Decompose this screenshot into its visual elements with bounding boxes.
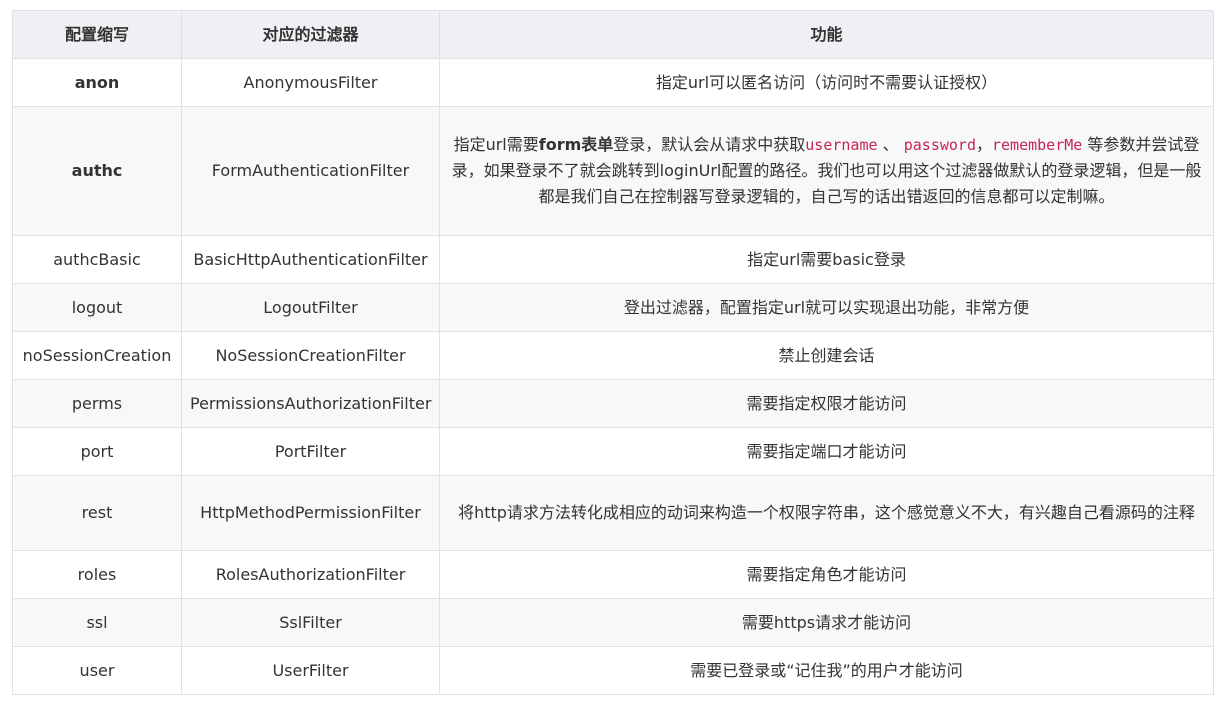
table-row: authc FormAuthenticationFilter 指定url需要fo…	[12, 106, 1214, 236]
cell-abbr: roles	[12, 550, 182, 599]
table-row: roles RolesAuthorizationFilter 需要指定角色才能访…	[12, 550, 1214, 599]
cell-desc: 需要已登录或“记住我”的用户才能访问	[439, 646, 1214, 695]
header-filter: 对应的过滤器	[181, 10, 440, 59]
table-row: rest HttpMethodPermissionFilter 将http请求方…	[12, 475, 1214, 551]
cell-filter: SslFilter	[181, 598, 440, 647]
cell-filter: AnonymousFilter	[181, 58, 440, 107]
cell-desc: 需要https请求才能访问	[439, 598, 1214, 647]
cell-desc: 指定url需要form表单登录，默认会从请求中获取username 、 pass…	[439, 106, 1214, 236]
cell-filter: NoSessionCreationFilter	[181, 331, 440, 380]
desc-separator: ，	[975, 135, 992, 154]
cell-filter: FormAuthenticationFilter	[181, 106, 440, 236]
cell-desc: 指定url可以匿名访问（访问时不需要认证授权）	[439, 58, 1214, 107]
cell-filter: UserFilter	[181, 646, 440, 695]
cell-filter: PortFilter	[181, 427, 440, 476]
inline-code-rememberme: rememberMe	[992, 136, 1083, 154]
desc-bold-text: form表单	[538, 135, 614, 154]
desc-separator: 、	[882, 135, 899, 154]
cell-abbr: ssl	[12, 598, 182, 647]
table-row: user UserFilter 需要已登录或“记住我”的用户才能访问	[12, 646, 1214, 695]
cell-desc: 将http请求方法转化成相应的动词来构造一个权限字符串，这个感觉意义不大，有兴趣…	[439, 475, 1214, 551]
header-function: 功能	[439, 10, 1214, 59]
cell-desc: 指定url需要basic登录	[439, 235, 1214, 284]
table-row: logout LogoutFilter 登出过滤器，配置指定url就可以实现退出…	[12, 283, 1214, 332]
table-row: anon AnonymousFilter 指定url可以匿名访问（访问时不需要认…	[12, 58, 1214, 107]
inline-code-password: password	[903, 136, 976, 154]
cell-abbr: perms	[12, 379, 182, 428]
cell-filter: BasicHttpAuthenticationFilter	[181, 235, 440, 284]
table-header-row: 配置缩写 对应的过滤器 功能	[12, 10, 1214, 59]
cell-abbr: rest	[12, 475, 182, 551]
cell-abbr: anon	[12, 58, 182, 107]
cell-desc: 需要指定角色才能访问	[439, 550, 1214, 599]
cell-abbr: port	[12, 427, 182, 476]
cell-filter: LogoutFilter	[181, 283, 440, 332]
cell-abbr: logout	[12, 283, 182, 332]
cell-abbr: user	[12, 646, 182, 695]
cell-desc: 需要指定权限才能访问	[439, 379, 1214, 428]
inline-code-username: username	[805, 136, 878, 154]
cell-abbr: authcBasic	[12, 235, 182, 284]
table-row: port PortFilter 需要指定端口才能访问	[12, 427, 1214, 476]
cell-filter: HttpMethodPermissionFilter	[181, 475, 440, 551]
cell-desc: 登出过滤器，配置指定url就可以实现退出功能，非常方便	[439, 283, 1214, 332]
table-row: authcBasic BasicHttpAuthenticationFilter…	[12, 235, 1214, 284]
cell-filter: PermissionsAuthorizationFilter	[181, 379, 440, 428]
table-row: perms PermissionsAuthorizationFilter 需要指…	[12, 379, 1214, 428]
table-row: noSessionCreation NoSessionCreationFilte…	[12, 331, 1214, 380]
cell-filter: RolesAuthorizationFilter	[181, 550, 440, 599]
filter-table-container: 配置缩写 对应的过滤器 功能 anon AnonymousFilter 指定ur…	[12, 10, 1214, 695]
cell-desc: 需要指定端口才能访问	[439, 427, 1214, 476]
cell-desc: 禁止创建会话	[439, 331, 1214, 380]
cell-abbr: noSessionCreation	[12, 331, 182, 380]
table-row: ssl SslFilter 需要https请求才能访问	[12, 598, 1214, 647]
cell-abbr: authc	[12, 106, 182, 236]
header-abbr: 配置缩写	[12, 10, 182, 59]
desc-text: 指定url需要	[453, 135, 539, 154]
filter-table: 配置缩写 对应的过滤器 功能 anon AnonymousFilter 指定ur…	[12, 10, 1214, 695]
desc-text: 登录，默认会从请求中获取	[613, 135, 806, 154]
